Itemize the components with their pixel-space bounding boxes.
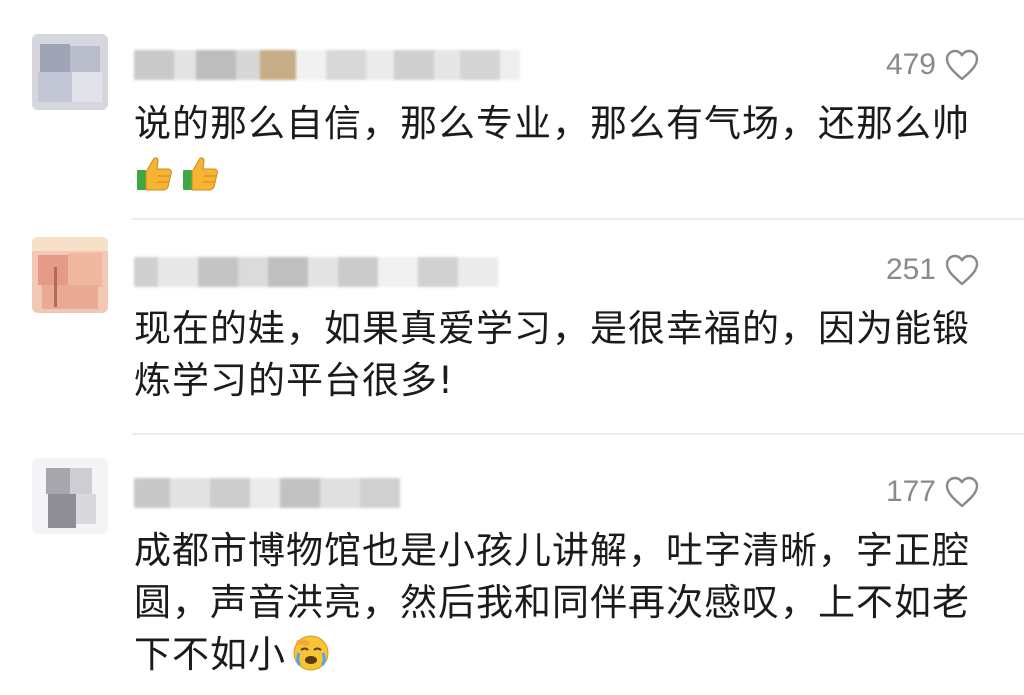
like-count[interactable]: 177 bbox=[886, 475, 980, 509]
heart-icon[interactable] bbox=[944, 475, 980, 509]
comment-text: 现在的娃，如果真爱学习，是很幸福的，因为能锻 炼学习的平台很多! bbox=[134, 303, 984, 407]
heart-icon[interactable] bbox=[944, 253, 980, 287]
comment-item-2: 251 现在的娃，如果真爱学习，是很幸福的，因为能锻 炼学习的平台很多! bbox=[0, 219, 1024, 433]
thumbs-up-icon bbox=[134, 152, 176, 194]
like-count[interactable]: 479 bbox=[886, 48, 980, 82]
comment-text-line: 圆，声音洪亮，然后我和同伴再次感叹，上不如老 bbox=[134, 581, 970, 624]
username[interactable] bbox=[134, 478, 400, 508]
avatar[interactable] bbox=[32, 34, 108, 110]
like-count-value: 251 bbox=[885, 253, 936, 286]
facepalm-crying-icon bbox=[290, 631, 332, 673]
heart-icon[interactable] bbox=[944, 48, 980, 82]
username[interactable] bbox=[134, 257, 498, 287]
comment-text-line: 炼学习的平台很多! bbox=[134, 359, 454, 402]
like-count[interactable]: 251 bbox=[886, 253, 980, 287]
comment-item-3: 177 成都市博物馆也是小孩儿讲解，吐字清晰，字正腔 圆，声音洪亮，然后我和同伴… bbox=[0, 434, 1024, 695]
comment-text: 成都市博物馆也是小孩儿讲解，吐字清晰，字正腔 圆，声音洪亮，然后我和同伴再次感叹… bbox=[134, 525, 984, 681]
avatar[interactable] bbox=[32, 237, 108, 313]
avatar[interactable] bbox=[32, 458, 108, 534]
like-count-value: 177 bbox=[885, 475, 936, 508]
username[interactable] bbox=[134, 50, 520, 80]
like-count-value: 479 bbox=[885, 48, 936, 81]
comment-item-1: 479 说的那么自信，那么专业，那么有气场，还那么帅 bbox=[0, 0, 1024, 218]
comment-text-line: 成都市博物馆也是小孩儿讲解，吐字清晰，字正腔 bbox=[134, 529, 970, 572]
comment-text-line: 现在的娃，如果真爱学习，是很幸福的，因为能锻 bbox=[134, 307, 970, 350]
comment-text-line: 下不如小 bbox=[134, 633, 286, 676]
thumbs-up-icon bbox=[180, 152, 222, 194]
comment-text: 说的那么自信，那么专业，那么有气场，还那么帅 bbox=[134, 98, 984, 202]
comment-text-line: 说的那么自信，那么专业，那么有气场，还那么帅 bbox=[134, 102, 970, 145]
